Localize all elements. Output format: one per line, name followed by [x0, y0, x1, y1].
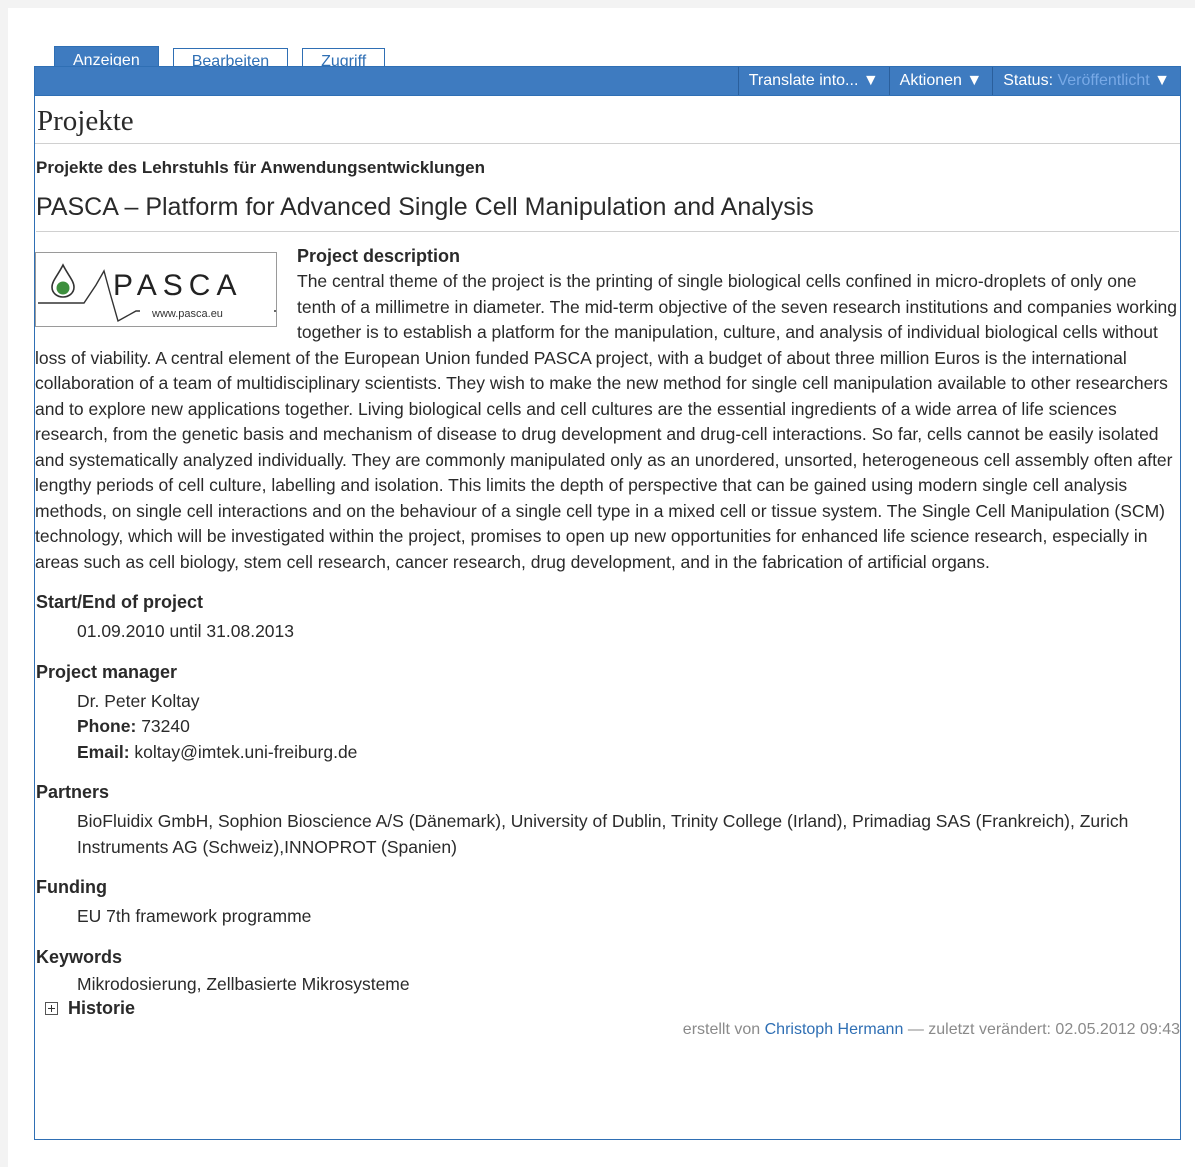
content-area: Projekte Projekte des Lehrstuhls für Anw…: [34, 96, 1181, 1140]
phone-value: 73240: [141, 716, 190, 736]
status-value: Veröffentlicht: [1057, 72, 1150, 89]
status-label: Status:: [1003, 72, 1054, 89]
history-label: Historie: [68, 998, 136, 1018]
email-label: Email:: [77, 741, 130, 762]
project-description: PASCA www.pasca.eu Project description T…: [35, 242, 1180, 575]
manager-label: Project manager: [36, 661, 178, 682]
page: Anzeigen Bearbeiten Zugriff Translate in…: [8, 8, 1195, 1167]
manager-name: Dr. Peter Koltay: [77, 690, 200, 711]
content-actions-bar: Translate into... ▼ Aktionen ▼ Status: V…: [34, 66, 1181, 96]
document-byline: erstellt von Christoph Hermann — zuletzt…: [35, 1019, 1180, 1041]
status-arrow: ▼: [1154, 72, 1170, 89]
keywords-value: Mikrodosierung, Zellbasierte Mikrosystem…: [77, 973, 410, 994]
status-menu[interactable]: Status: Veröffentlicht ▼: [992, 67, 1180, 95]
keywords-label: Keywords: [36, 946, 123, 967]
partners-value: BioFluidix GmbH, Sophion Bioscience A/S …: [77, 811, 1129, 857]
manager-details: Dr. Peter Koltay Phone: 73240 Email: kol…: [35, 689, 1180, 766]
history-toggle[interactable]: Historie: [35, 997, 1180, 1019]
funding-value: EU 7th framework programme: [77, 906, 312, 926]
page-title: Projekte: [35, 96, 1180, 144]
logo-url: www.pasca.eu: [151, 308, 223, 320]
logo-text: PASCA: [113, 269, 242, 302]
pasca-logo: PASCA www.pasca.eu: [35, 252, 277, 327]
author-link[interactable]: Christoph Hermann: [765, 1021, 904, 1038]
project-title: PASCA – Platform for Advanced Single Cel…: [36, 190, 1179, 232]
funding-label: Funding: [36, 877, 107, 897]
start-end-value: 01.09.2010 until 31.08.2013: [77, 621, 294, 641]
start-end-label: Start/End of project: [36, 592, 204, 612]
expand-plus-icon: [45, 1001, 58, 1015]
byline-suffix: — zuletzt verändert: 02.05.2012 09:43: [907, 1021, 1180, 1038]
translate-menu[interactable]: Translate into... ▼: [737, 67, 889, 95]
byline-prefix: erstellt von: [682, 1021, 761, 1038]
manager-phone-row: Phone: 73240: [77, 714, 1180, 740]
email-value: koltay@imtek.uni-freiburg.de: [134, 741, 358, 762]
page-subtitle: Projekte des Lehrstuhls für Anwendungsen…: [36, 158, 485, 177]
actions-menu[interactable]: Aktionen ▼: [888, 67, 993, 95]
partners-label: Partners: [36, 782, 110, 802]
manager-email-row: Email: koltay@imtek.uni-freiburg.de: [77, 740, 1180, 766]
phone-label: Phone:: [77, 716, 137, 736]
